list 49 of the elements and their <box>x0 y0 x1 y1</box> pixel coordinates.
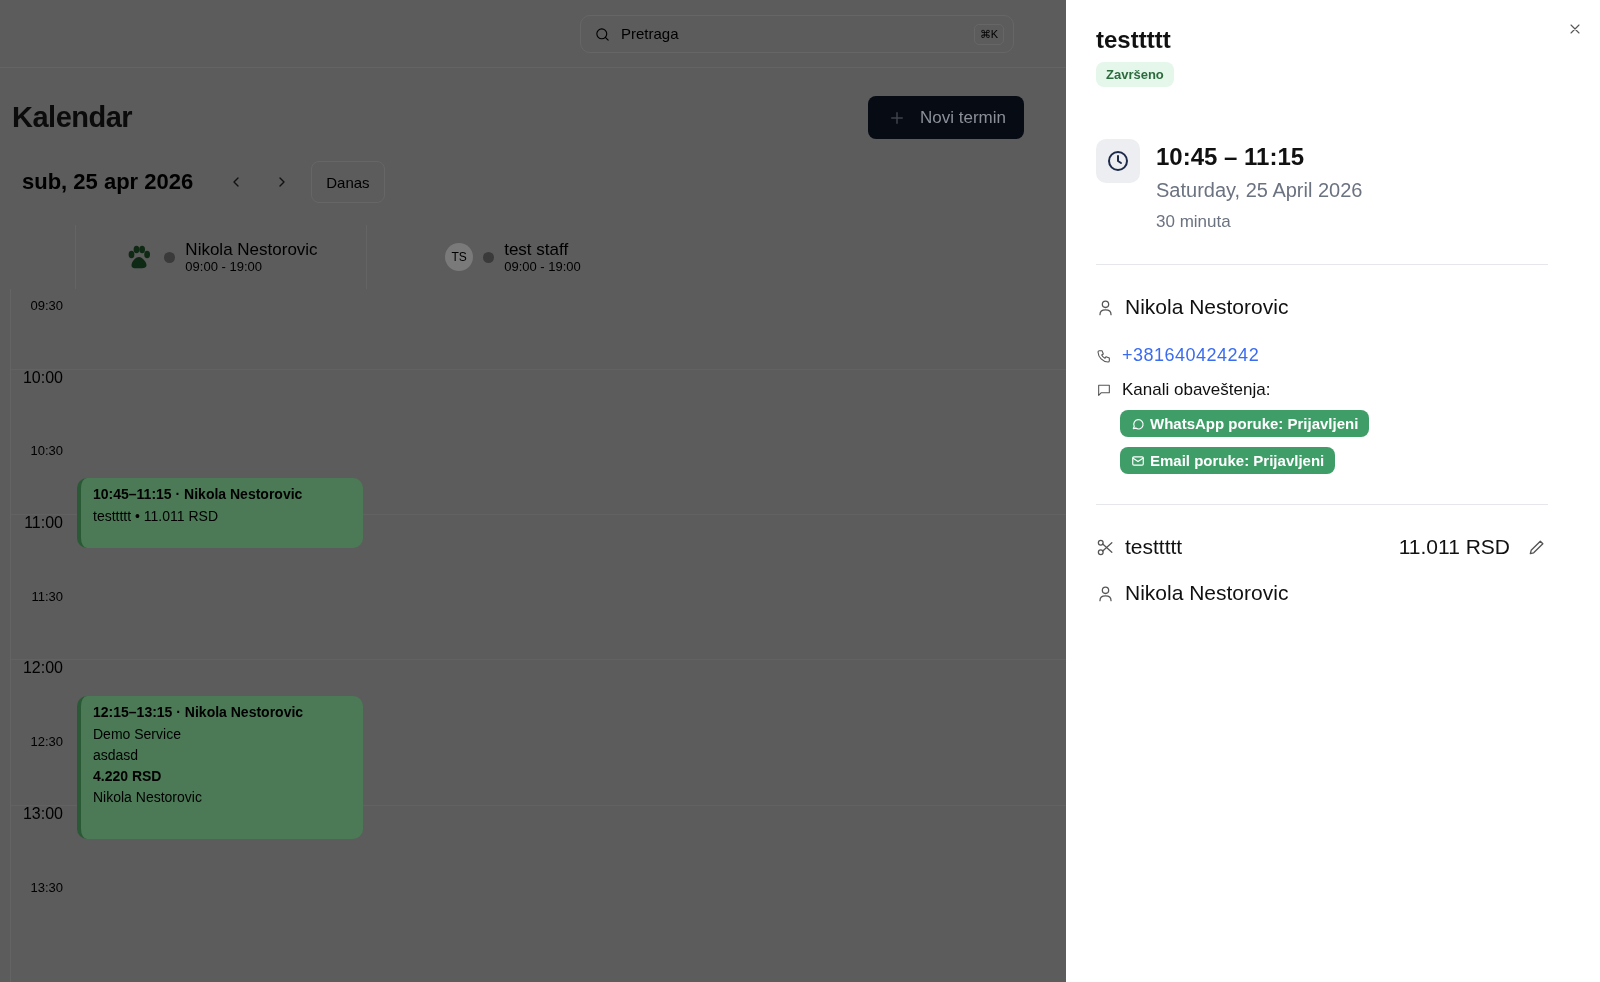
phone-icon <box>1096 347 1112 364</box>
current-date: sub, 25 apr 2026 <box>22 169 194 195</box>
staff-member: Nikola Nestorovic <box>1125 581 1289 605</box>
time-label: 13:30 <box>29 879 63 895</box>
service-name: testtttt <box>1125 535 1183 559</box>
appointment-detail: Nikola Nestorovic <box>93 787 203 807</box>
appointment-card[interactable]: 12:15–13:15 · Nikola Nestorovic Demo Service asdasd 4.220 RSD Nikola Nestorovic <box>77 695 363 840</box>
status-dot <box>164 251 176 263</box>
time-label: 10:30 <box>29 443 63 459</box>
chat-bubble-icon <box>1131 416 1145 431</box>
page-title: Kalendar <box>12 101 133 134</box>
search-icon <box>594 25 611 43</box>
time-label: 13:00 <box>21 804 63 823</box>
message-icon <box>1096 382 1112 398</box>
appointment-detail: asdasd <box>93 745 140 765</box>
staff-hours: 09:00 - 19:00 <box>185 259 263 274</box>
time-label: 11:00 <box>23 514 63 533</box>
channels-label: Kanali obaveštenja: <box>1122 380 1271 400</box>
appointment-detail: testtttt • 11.011 RSD <box>93 506 219 526</box>
appointment-heading: 12:15–13:15 · Nikola Nestorovic <box>93 703 305 720</box>
appointment-heading: 10:45–11:15 · Nikola Nestorovic <box>93 485 304 502</box>
time-label: 12:00 <box>21 659 63 678</box>
appointment-title: testtttt <box>1096 26 1172 54</box>
status-dot <box>483 251 495 263</box>
staff-name: test staff <box>504 240 570 259</box>
status-badge: Završeno <box>1096 62 1174 87</box>
appointment-detail: 4.220 RSD <box>93 766 163 786</box>
today-button[interactable]: Danas <box>311 161 385 203</box>
time-label: 11:30 <box>30 588 63 604</box>
scissors-icon <box>1096 537 1115 557</box>
appointment-time: 10:45 – 11:15 <box>1156 143 1306 171</box>
staff-avatar: TS <box>445 243 474 271</box>
mail-icon <box>1131 453 1145 468</box>
shortcut-hint: ⌘K <box>973 23 1004 45</box>
appointment-date: Saturday, 25 April 2026 <box>1156 179 1363 202</box>
channel-text: Email poruke: Prijavljeni <box>1150 452 1325 469</box>
time-label: 12:30 <box>29 734 63 750</box>
staff-hours: 09:00 - 19:00 <box>504 259 581 274</box>
staff-name: Nikola Nestorovic <box>185 240 318 259</box>
new-appointment-button[interactable]: Novi termin <box>868 96 1024 139</box>
appointment-card[interactable]: 10:45–11:15 · Nikola Nestorovic testtttt • 11.011 RSD <box>77 477 363 549</box>
appointment-duration: 30 minuta <box>1156 212 1232 232</box>
phone-link[interactable]: +381640424242 <box>1122 345 1260 366</box>
channel-text: WhatsApp poruke: Prijavljeni <box>1150 415 1359 432</box>
time-label: 09:30 <box>29 298 63 313</box>
service-price: 11.011 RSD <box>1398 535 1510 559</box>
time-label: 10:00 <box>21 368 63 387</box>
customer-name: Nikola Nestorovic <box>1125 295 1289 319</box>
appointment-detail: Demo Service <box>93 724 182 744</box>
